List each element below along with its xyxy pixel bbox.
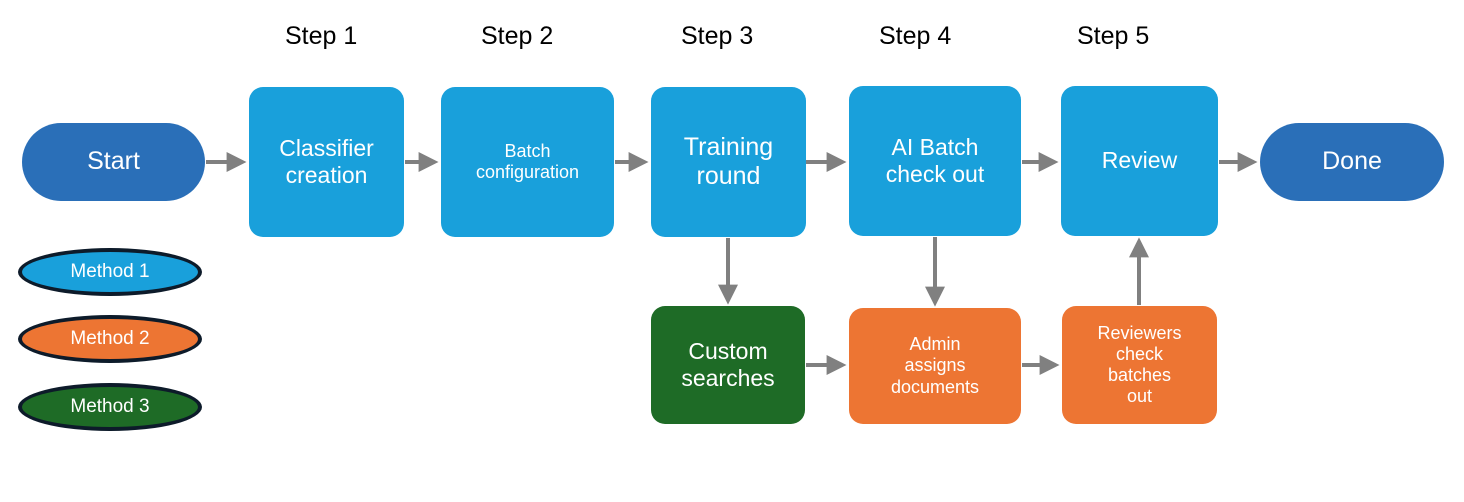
node-batch-configuration-label: Batch configuration [475,140,580,182]
node-ai-batch-check-out-label: AI Batch check out [885,133,985,187]
node-done-label: Done [1322,147,1382,176]
node-done[interactable]: Done [1260,123,1444,201]
legend-method-3: Method 3 [18,383,202,431]
connector-layer [206,152,1258,375]
node-classifier-creation[interactable]: Classifier creation [249,87,404,237]
node-admin-assigns-documents[interactable]: Admin assigns documents [849,308,1021,424]
node-training-round[interactable]: Training round [651,87,806,237]
node-custom-searches[interactable]: Custom searches [651,306,805,424]
node-training-round-label: Training round [683,132,774,191]
node-review-label: Review [1101,147,1178,174]
node-reviewers-check-batches-out-label: Reviewers check batches out [1097,322,1182,407]
step-label-2: Step 2 [481,22,554,50]
legend-method-2: Method 2 [18,315,202,363]
legend-method-3-label: Method 3 [70,396,150,417]
node-custom-searches-label: Custom searches [681,337,775,391]
node-batch-configuration[interactable]: Batch configuration [441,87,614,237]
step-label-3: Step 3 [681,22,754,50]
node-reviewers-check-batches-out[interactable]: Reviewers check batches out [1062,306,1217,424]
step-label-1: Step 1 [285,22,358,50]
step-label-4: Step 4 [879,22,952,50]
legend-method-1: Method 1 [18,248,202,296]
legend-method-1-label: Method 1 [70,261,150,282]
node-classifier-creation-label: Classifier creation [279,134,374,188]
legend-method-2-label: Method 2 [70,328,150,349]
flowchart-canvas: Step 1 Step 2 Step 3 Step 4 Step 5 Start… [0,0,1464,502]
node-start[interactable]: Start [22,123,205,201]
node-admin-assigns-documents-label: Admin assigns documents [890,334,980,397]
node-ai-batch-check-out[interactable]: AI Batch check out [849,86,1021,236]
node-start-label: Start [87,147,140,176]
step-label-5: Step 5 [1077,22,1150,50]
node-review[interactable]: Review [1061,86,1218,236]
